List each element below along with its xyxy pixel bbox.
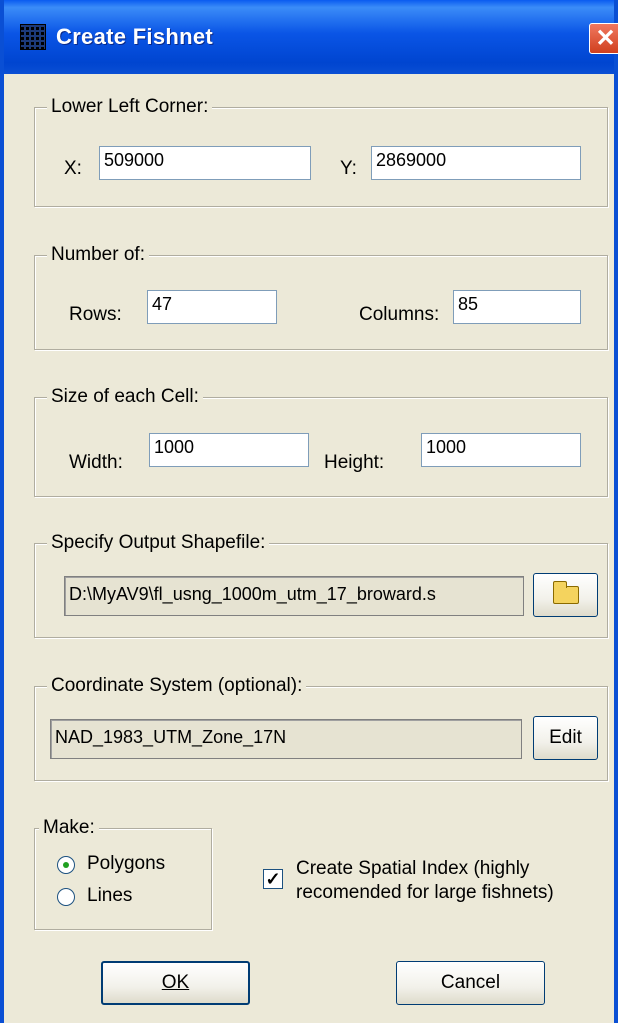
x-input[interactable]: 509000 (99, 146, 311, 180)
make-group: Make: (34, 817, 212, 930)
polygons-label[interactable]: Polygons (87, 853, 165, 875)
spatial-index-label-line2[interactable]: recomended for large fishnets) (296, 882, 554, 904)
x-label: X: (64, 158, 82, 179)
polygons-radio[interactable] (57, 856, 75, 874)
ok-button[interactable]: OK (101, 961, 250, 1005)
rows-label: Rows: (69, 304, 122, 325)
lines-label[interactable]: Lines (87, 885, 132, 907)
columns-label: Columns: (359, 304, 440, 325)
width-label: Width: (69, 452, 123, 473)
title-bar[interactable]: Create Fishnet ✕ (4, 0, 618, 74)
browse-button[interactable] (533, 573, 598, 617)
y-label: Y: (340, 158, 357, 179)
cancel-button[interactable]: Cancel (396, 961, 545, 1005)
rows-input[interactable]: 47 (147, 290, 277, 324)
close-button[interactable]: ✕ (589, 23, 618, 54)
fishnet-grid-icon (20, 24, 46, 50)
output-shapefile-legend: Specify Output Shapefile: (47, 532, 270, 554)
edit-button[interactable]: Edit (533, 716, 598, 760)
width-input[interactable]: 1000 (149, 433, 309, 467)
create-fishnet-dialog: Create Fishnet ✕ Lower Left Corner: X: 5… (0, 0, 618, 1023)
coordinate-system-legend: Coordinate System (optional): (47, 675, 307, 697)
output-path-field[interactable]: D:\MyAV9\fl_usng_1000m_utm_17_broward.s (64, 576, 524, 616)
columns-input[interactable]: 85 (453, 290, 581, 324)
number-of-legend: Number of: (47, 244, 149, 266)
spatial-index-label-line1[interactable]: Create Spatial Index (highly (296, 858, 529, 880)
height-label: Height: (324, 452, 385, 473)
lower-left-corner-legend: Lower Left Corner: (47, 96, 213, 118)
y-input[interactable]: 2869000 (371, 146, 581, 180)
cancel-button-label: Cancel (440, 972, 501, 993)
window-title: Create Fishnet (56, 24, 214, 49)
lines-radio[interactable] (57, 888, 75, 906)
height-input[interactable]: 1000 (421, 433, 581, 467)
spatial-index-checkbox[interactable]: ✓ (263, 869, 283, 889)
cell-size-legend: Size of each Cell: (47, 386, 203, 408)
ok-button-label: OK (161, 972, 190, 993)
coordinate-system-field: NAD_1983_UTM_Zone_17N (50, 719, 522, 759)
make-legend: Make: (39, 817, 99, 839)
folder-icon (552, 581, 579, 604)
